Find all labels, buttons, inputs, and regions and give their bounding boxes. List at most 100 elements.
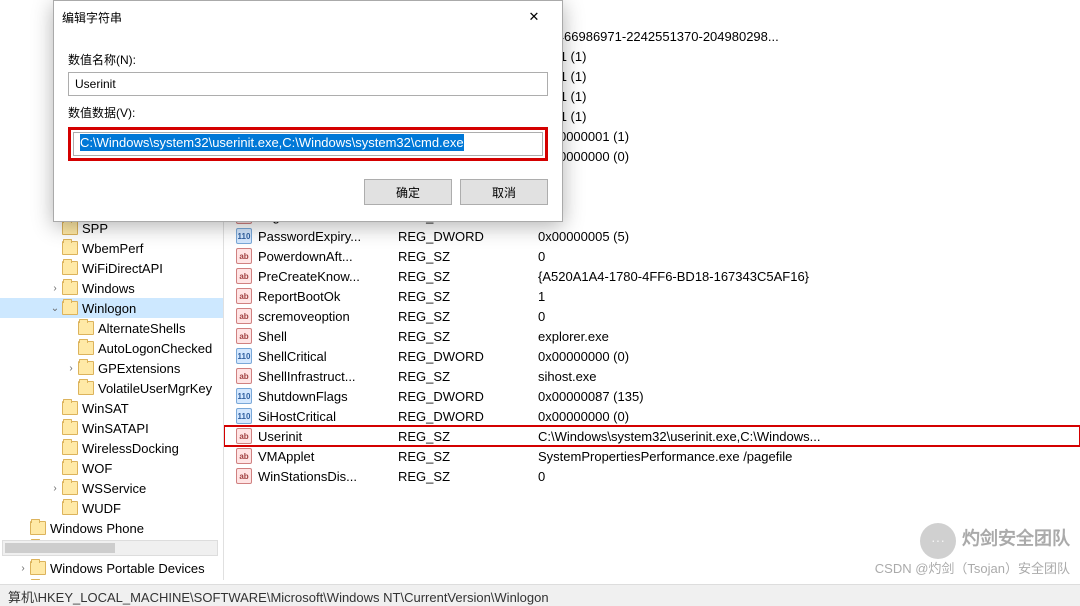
tree-item-winlogon[interactable]: ⌄ Winlogon	[0, 298, 223, 318]
value-name-input[interactable]	[68, 72, 548, 96]
tree-item-wifidirectapi[interactable]: ›WiFiDirectAPI	[0, 258, 223, 278]
dword-value-icon: 110	[236, 348, 252, 364]
value-row[interactable]: abShellInfrastruct...REG_SZsihost.exe	[224, 366, 1080, 386]
value-data-cell: 0x00000005 (5)	[538, 229, 1080, 244]
folder-icon	[62, 441, 78, 455]
value-row[interactable]: abPowerdownAft...REG_SZ0	[224, 246, 1080, 266]
value-type-cell: REG_SZ	[398, 429, 538, 444]
string-value-icon: ab	[236, 248, 252, 264]
value-row[interactable]: 110ShutdownFlagsREG_DWORD0x00000087 (135…	[224, 386, 1080, 406]
scrollbar-thumb[interactable]	[5, 543, 115, 553]
tree-item-wbemperf[interactable]: ›WbemPerf	[0, 238, 223, 258]
tree-item-label: AutoLogonChecked	[98, 341, 212, 356]
folder-icon	[30, 521, 46, 535]
dialog-titlebar[interactable]: 编辑字符串 ✕	[54, 1, 562, 33]
value-row[interactable]: abWinStationsDis...REG_SZ0	[224, 466, 1080, 486]
tree-hscrollbar[interactable]	[2, 540, 218, 556]
edit-string-dialog: 编辑字符串 ✕ 数值名称(N): 数值数据(V): C:\Windows\sys…	[53, 0, 563, 222]
value-row[interactable]: abPreCreateKnow...REG_SZ{A520A1A4-1780-4…	[224, 266, 1080, 286]
value-row[interactable]: abReportBootOkREG_SZ1	[224, 286, 1080, 306]
value-row[interactable]: abShellREG_SZexplorer.exe	[224, 326, 1080, 346]
value-name-cell: scremoveoption	[258, 309, 398, 324]
folder-icon	[62, 301, 78, 315]
string-value-icon: ab	[236, 428, 252, 444]
value-type-cell: REG_SZ	[398, 369, 538, 384]
chevron-right-icon[interactable]: ›	[16, 563, 30, 574]
value-type-cell: REG_DWORD	[398, 229, 538, 244]
tree-item-label: AlternateShells	[98, 321, 185, 336]
tree-item-windows-script-host[interactable]: ›Windows Script Host	[0, 578, 223, 580]
chevron-right-icon[interactable]: ›	[48, 283, 62, 294]
value-type-cell: REG_DWORD	[398, 349, 538, 364]
value-data-cell: 0001 (1)	[538, 69, 1080, 84]
value-row[interactable]: 110SiHostCriticalREG_DWORD0x00000000 (0)	[224, 406, 1080, 426]
value-name-cell: ShellCritical	[258, 349, 398, 364]
value-data-cell: 0001 (1)	[538, 49, 1080, 64]
value-name-cell: SiHostCritical	[258, 409, 398, 424]
folder-icon	[62, 401, 78, 415]
chevron-right-icon[interactable]: ›	[64, 363, 78, 374]
string-value-icon: ab	[236, 448, 252, 464]
value-row[interactable]: 110PasswordExpiry...REG_DWORD0x00000005 …	[224, 226, 1080, 246]
folder-icon	[78, 361, 94, 375]
folder-icon	[62, 221, 78, 235]
value-data-cell: 0	[538, 309, 1080, 324]
dword-value-icon: 110	[236, 228, 252, 244]
value-name-cell: Userinit	[258, 429, 398, 444]
folder-icon	[78, 341, 94, 355]
folder-icon	[62, 281, 78, 295]
value-type-cell: REG_SZ	[398, 249, 538, 264]
tree-item-autologonchecked[interactable]: ›AutoLogonChecked	[0, 338, 223, 358]
value-type-cell: REG_SZ	[398, 449, 538, 464]
tree-item-windows-phone[interactable]: ›Windows Phone	[0, 518, 223, 538]
status-path: 算机\HKEY_LOCAL_MACHINE\SOFTWARE\Microsoft…	[8, 590, 549, 605]
dword-value-icon: 110	[236, 388, 252, 404]
value-data-cell: 0x00000087 (135)	[538, 389, 1080, 404]
value-data-cell: 0x00000001 (1)	[538, 129, 1080, 144]
value-data-input[interactable]: C:\Windows\system32\userinit.exe,C:\Wind…	[73, 132, 543, 156]
folder-icon	[62, 421, 78, 435]
tree-item-label: WSService	[82, 481, 146, 496]
value-data-cell: 0001 (1)	[538, 109, 1080, 124]
tree-item-windows[interactable]: ›Windows	[0, 278, 223, 298]
ok-button[interactable]: 确定	[364, 179, 452, 205]
chevron-right-icon[interactable]: ›	[48, 483, 62, 494]
tree-item-label: WOF	[82, 461, 112, 476]
string-value-icon: ab	[236, 288, 252, 304]
value-row[interactable]: abVMAppletREG_SZSystemPropertiesPerforma…	[224, 446, 1080, 466]
tree-item-winsatapi[interactable]: ›WinSATAPI	[0, 418, 223, 438]
tree-item-label: Windows Portable Devices	[50, 561, 205, 576]
value-type-cell: REG_SZ	[398, 269, 538, 284]
value-type-cell: REG_SZ	[398, 289, 538, 304]
value-row[interactable]: ab UserinitREG_SZC:\Windows\system32\user…	[224, 426, 1080, 446]
value-data-cell: 0	[538, 249, 1080, 264]
value-row[interactable]: abscremoveoptionREG_SZ0	[224, 306, 1080, 326]
status-bar: 算机\HKEY_LOCAL_MACHINE\SOFTWARE\Microsoft…	[0, 584, 1080, 606]
close-button[interactable]: ✕	[514, 3, 554, 31]
value-data-cell: C:\Windows\system32\userinit.exe,C:\Wind…	[538, 429, 1080, 444]
cancel-button[interactable]: 取消	[460, 179, 548, 205]
chevron-down-icon[interactable]: ⌄	[48, 303, 62, 314]
value-data-cell: 66	[538, 169, 1080, 184]
tree-item-wirelessdocking[interactable]: ›WirelessDocking	[0, 438, 223, 458]
tree-item-label: WirelessDocking	[82, 441, 179, 456]
string-value-icon: ab	[236, 308, 252, 324]
value-data-cell: 0x00000000 (0)	[538, 149, 1080, 164]
folder-icon	[62, 241, 78, 255]
value-data-cell: 0001 (1)	[538, 89, 1080, 104]
tree-item-alternateshells[interactable]: ›AlternateShells	[0, 318, 223, 338]
tree-item-label: VolatileUserMgrKey	[98, 381, 212, 396]
tree-item-gpextensions[interactable]: ›GPExtensions	[0, 358, 223, 378]
value-row[interactable]: 110ShellCriticalREG_DWORD0x00000000 (0)	[224, 346, 1080, 366]
tree-item-wof[interactable]: ›WOF	[0, 458, 223, 478]
tree-item-label: Winlogon	[82, 301, 136, 316]
tree-item-wsservice[interactable]: › WSService	[0, 478, 223, 498]
tree-item-label: WinSAT	[82, 401, 129, 416]
tree-item-label: WiFiDirectAPI	[82, 261, 163, 276]
string-value-icon: ab	[236, 268, 252, 284]
tree-item-volatileusermgrkey[interactable]: ›VolatileUserMgrKey	[0, 378, 223, 398]
value-data-cell: explorer.exe	[538, 329, 1080, 344]
tree-item-windows-portable-devices[interactable]: › Windows Portable Devices	[0, 558, 223, 578]
tree-item-winsat[interactable]: ›WinSAT	[0, 398, 223, 418]
tree-item-wudf[interactable]: ›WUDF	[0, 498, 223, 518]
